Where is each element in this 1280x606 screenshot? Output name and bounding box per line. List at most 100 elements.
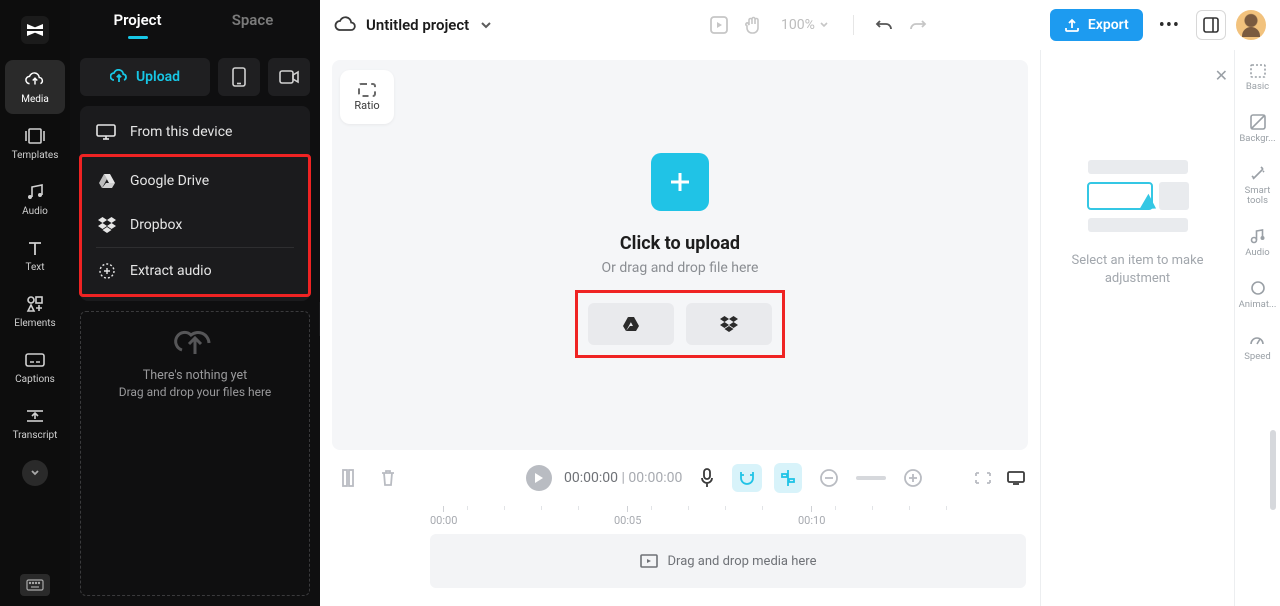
proprail-smart-tools[interactable]: Smart tools [1237,166,1279,206]
proprail-background[interactable]: Backgr... [1239,114,1275,144]
cloud-sync-icon[interactable] [334,16,356,34]
rail-item-captions[interactable]: Captions [5,340,65,394]
pr-label: Audio [1245,248,1269,258]
rail-item-media[interactable]: Media [5,60,65,114]
rail-item-templates[interactable]: Templates [5,116,65,170]
media-dropzone[interactable]: There's nothing yet Drag and drop your f… [80,311,310,596]
app-root: Media Templates Audio Text Elements Capt… [0,0,1280,606]
dropbox-icon [98,217,116,233]
hand-tool-button[interactable] [741,15,765,35]
export-button[interactable]: Export [1050,9,1143,41]
dropdown-dropbox[interactable]: Dropbox [82,203,308,247]
rail-label: Templates [12,150,59,161]
empty-line1: There's nothing yet [143,368,248,383]
redo-button[interactable] [906,18,930,32]
rail-item-text[interactable]: Text [5,228,65,282]
topbar: Untitled project 100% Export ••• [320,0,1280,50]
project-title[interactable]: Untitled project [366,16,469,34]
rail-label: Transcript [13,430,58,441]
play-button[interactable] [526,465,552,491]
fit-button[interactable] [974,471,992,485]
mic-button[interactable] [694,462,720,494]
google-drive-icon [98,173,116,189]
left-rail: Media Templates Audio Text Elements Capt… [0,0,70,606]
placeholder-art [1087,160,1189,232]
export-icon [1064,17,1080,33]
transport-bar: 00:00:00 | 00:00:00 [320,450,1040,506]
split-button[interactable] [334,462,362,494]
proprail-animation[interactable]: Animat... [1239,280,1277,310]
inspector-hint: Select an item to make adjustment [1041,252,1234,288]
sidepanel-tabs: Project Space [70,0,320,50]
sidepanel-actions: Upload [70,50,320,106]
dropdown-label: Extract audio [130,263,212,279]
device-button[interactable] [218,58,260,96]
highlighted-group: Google Drive Dropbox Extract audio [79,154,311,297]
rail-item-elements[interactable]: Elements [5,284,65,338]
media-icon [640,554,658,568]
rail-label: Captions [15,374,55,385]
delete-button[interactable] [374,463,402,493]
layout-toggle[interactable] [1196,10,1226,40]
google-drive-icon [622,316,640,332]
rail-expand-button[interactable] [22,460,48,486]
plus-icon [667,169,693,195]
crop-icon [1249,64,1267,78]
tick: 00:00 [430,506,457,527]
proprail-audio[interactable]: Audio [1245,228,1269,258]
keyboard-icon[interactable] [20,574,50,596]
pr-label: Backgr... [1239,134,1275,144]
cloud-upload-icon [110,69,128,85]
background-icon [1250,114,1266,130]
zoom-out-button[interactable] [814,463,844,493]
more-menu[interactable]: ••• [1153,15,1186,36]
upload-button[interactable]: Upload [80,58,210,96]
proprail-basic[interactable]: Basic [1246,64,1269,92]
pr-label: Basic [1246,82,1269,92]
zoom-slider[interactable] [856,476,886,480]
zoom-control[interactable]: 100% [781,17,829,33]
templates-icon [25,126,45,146]
click-to-upload-tile[interactable] [651,153,709,211]
track-align-button[interactable] [774,463,802,493]
dropdown-from-device[interactable]: From this device [80,110,310,154]
canvas-dropbox-button[interactable] [686,303,772,345]
upload-dropdown: From this device Google Drive Dropbox Ex… [80,106,310,301]
preview-button[interactable] [1006,470,1026,486]
chevron-down-icon[interactable] [479,20,493,30]
rail-item-transcript[interactable]: Transcript [5,396,65,450]
empty-line2: Drag and drop your files here [119,385,272,399]
workspace: Ratio Click to upload Or drag and drop f… [320,50,1280,606]
wand-icon [1250,166,1266,182]
export-label: Export [1088,17,1129,33]
undo-button[interactable] [872,18,896,32]
music-note-icon [25,182,45,202]
timeline-track[interactable]: Drag and drop media here [430,534,1026,588]
dropdown-google-drive[interactable]: Google Drive [82,159,308,203]
user-avatar[interactable] [1236,10,1266,40]
proprail-speed[interactable]: Speed [1244,332,1270,362]
upload-label: Upload [136,69,180,85]
dropbox-icon [720,316,738,332]
timeline-ruler[interactable]: 00:00 00:05 00:10 [430,506,1026,534]
dropdown-extract-audio[interactable]: Extract audio [82,248,308,294]
magnet-button[interactable] [732,464,762,492]
upload-title: Click to upload [620,233,740,254]
tab-project[interactable]: Project [80,11,195,39]
timeline: 00:00 00:05 00:10 Drag and drop media he… [320,506,1040,606]
record-button[interactable] [268,58,310,96]
main-area: Untitled project 100% Export ••• [320,0,1280,606]
close-inspector-button[interactable]: ✕ [1215,66,1228,85]
canvas: Ratio Click to upload Or drag and drop f… [332,60,1028,450]
canvas-google-drive-button[interactable] [588,303,674,345]
speed-icon [1249,332,1265,348]
rail-item-audio[interactable]: Audio [5,172,65,226]
dropdown-label: From this device [130,124,232,140]
zoom-in-button[interactable] [898,463,928,493]
ratio-button[interactable]: Ratio [340,70,394,124]
tab-space[interactable]: Space [195,11,310,39]
upload-icon [172,324,218,360]
captions-icon [25,350,45,370]
camera-icon [279,69,299,85]
play-preview-button[interactable] [707,15,731,35]
